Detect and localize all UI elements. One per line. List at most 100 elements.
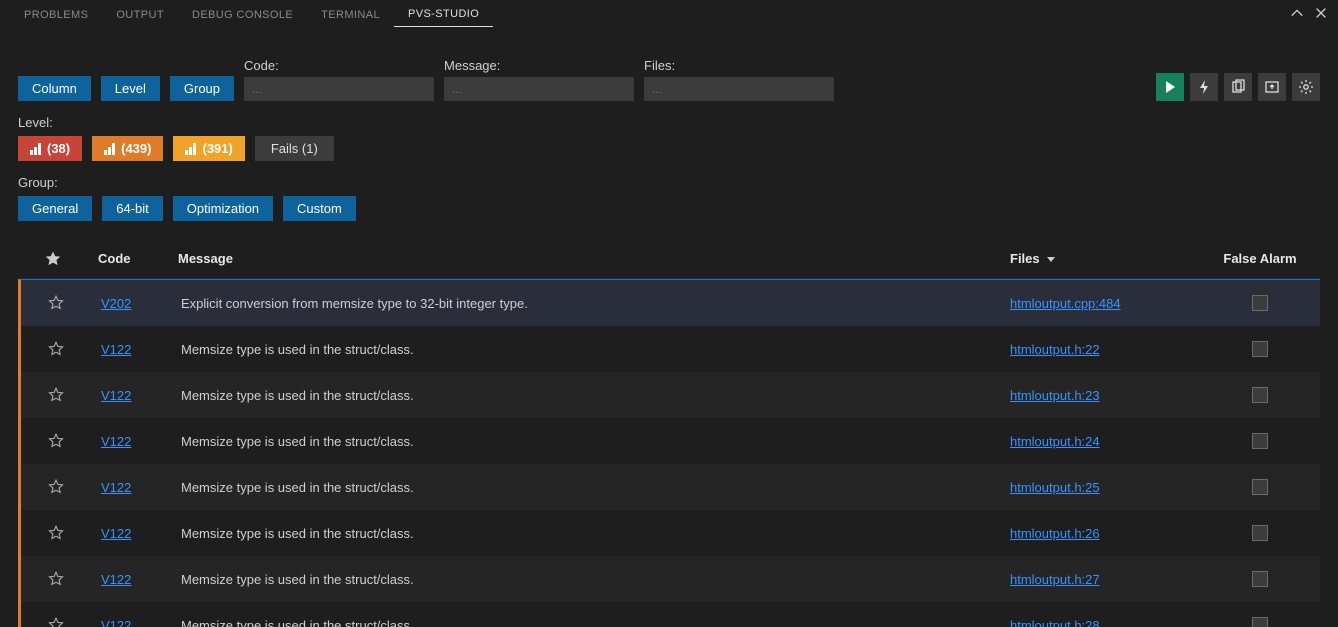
tab-terminal[interactable]: TERMINAL <box>307 3 394 27</box>
column-false-alarm[interactable]: False Alarm <box>1200 251 1320 266</box>
code-link[interactable]: V122 <box>101 572 131 587</box>
file-cell: htmloutput.h:26 <box>1000 526 1200 541</box>
file-cell: htmloutput.h:22 <box>1000 342 1200 357</box>
file-cell: htmloutput.h:27 <box>1000 572 1200 587</box>
group-button[interactable]: Group <box>170 76 234 101</box>
false-alarm-checkbox[interactable] <box>1252 433 1268 449</box>
code-link[interactable]: V122 <box>101 618 131 627</box>
table-row[interactable]: V122 Memsize type is used in the struct/… <box>21 326 1320 372</box>
star-outline-icon[interactable] <box>47 570 65 588</box>
column-code[interactable]: Code <box>88 251 168 266</box>
file-link[interactable]: htmloutput.cpp:484 <box>1010 296 1121 311</box>
group-section-label: Group: <box>18 175 1320 190</box>
star-outline-icon[interactable] <box>47 616 65 627</box>
table-row[interactable]: V202 Explicit conversion from memsize ty… <box>21 280 1320 326</box>
filter-message: Message: <box>444 58 634 101</box>
file-link[interactable]: htmloutput.h:24 <box>1010 434 1100 449</box>
group-optimization-button[interactable]: Optimization <box>173 196 273 221</box>
false-alarm-cell <box>1200 295 1320 311</box>
tab-problems[interactable]: PROBLEMS <box>10 3 102 27</box>
message-cell: Memsize type is used in the struct/class… <box>171 342 1000 357</box>
file-cell: htmloutput.cpp:484 <box>1000 296 1200 311</box>
column-files[interactable]: Files <box>1000 251 1200 266</box>
tab-debug-console[interactable]: DEBUG CONSOLE <box>178 3 307 27</box>
column-button[interactable]: Column <box>18 76 91 101</box>
column-star[interactable] <box>18 250 88 268</box>
filter-files-input[interactable] <box>644 77 834 101</box>
false-alarm-cell <box>1200 617 1320 627</box>
panel-close-icon[interactable] <box>1314 6 1328 23</box>
star-outline-icon[interactable] <box>47 478 65 496</box>
false-alarm-checkbox[interactable] <box>1252 387 1268 403</box>
star-icon <box>44 250 62 268</box>
file-link[interactable]: htmloutput.h:23 <box>1010 388 1100 403</box>
star-outline-icon[interactable] <box>47 294 65 312</box>
column-message[interactable]: Message <box>168 251 1000 266</box>
message-cell: Memsize type is used in the struct/class… <box>171 618 1000 627</box>
table-row[interactable]: V122 Memsize type is used in the struct/… <box>21 556 1320 602</box>
filter-code-input[interactable] <box>244 77 434 101</box>
code-cell: V122 <box>91 526 171 541</box>
file-link[interactable]: htmloutput.h:26 <box>1010 526 1100 541</box>
level-section-label: Level: <box>18 115 1320 130</box>
code-link[interactable]: V122 <box>101 342 131 357</box>
file-link[interactable]: htmloutput.h:27 <box>1010 572 1100 587</box>
table-row[interactable]: V122 Memsize type is used in the struct/… <box>21 602 1320 627</box>
message-cell: Memsize type is used in the struct/class… <box>171 572 1000 587</box>
file-cell: htmloutput.h:25 <box>1000 480 1200 495</box>
level-row: (38) (439) (391) Fails (1) <box>18 136 1320 161</box>
message-cell: Memsize type is used in the struct/class… <box>171 480 1000 495</box>
star-outline-icon[interactable] <box>47 340 65 358</box>
tab-output[interactable]: OUTPUT <box>102 3 178 27</box>
level-high-chip[interactable]: (38) <box>18 136 82 161</box>
lightning-icon-button[interactable] <box>1190 73 1218 101</box>
tab-pvs-studio[interactable]: PVS-STUDIO <box>394 2 493 27</box>
false-alarm-checkbox[interactable] <box>1252 525 1268 541</box>
panel-collapse-icon[interactable] <box>1290 6 1304 23</box>
file-link[interactable]: htmloutput.h:25 <box>1010 480 1100 495</box>
table-row[interactable]: V122 Memsize type is used in the struct/… <box>21 418 1320 464</box>
star-outline-icon[interactable] <box>47 386 65 404</box>
filter-files-label: Files: <box>644 58 834 73</box>
code-cell: V122 <box>91 342 171 357</box>
false-alarm-checkbox[interactable] <box>1252 341 1268 357</box>
run-analysis-button[interactable] <box>1156 73 1184 101</box>
false-alarm-checkbox[interactable] <box>1252 479 1268 495</box>
star-cell <box>21 478 91 496</box>
level-button[interactable]: Level <box>101 76 160 101</box>
results-rows[interactable]: V202 Explicit conversion from memsize ty… <box>18 279 1320 627</box>
code-link[interactable]: V122 <box>101 480 131 495</box>
level-low-count: (391) <box>202 141 232 156</box>
fails-chip[interactable]: Fails (1) <box>255 136 334 161</box>
code-link[interactable]: V122 <box>101 434 131 449</box>
message-cell: Memsize type is used in the struct/class… <box>171 434 1000 449</box>
group-custom-button[interactable]: Custom <box>283 196 356 221</box>
star-outline-icon[interactable] <box>47 432 65 450</box>
group-row: General 64-bit Optimization Custom <box>18 196 1320 221</box>
table-row[interactable]: V122 Memsize type is used in the struct/… <box>21 464 1320 510</box>
code-cell: V202 <box>91 296 171 311</box>
message-cell: Memsize type is used in the struct/class… <box>171 526 1000 541</box>
file-cell: htmloutput.h:23 <box>1000 388 1200 403</box>
star-outline-icon[interactable] <box>47 524 65 542</box>
table-row[interactable]: V122 Memsize type is used in the struct/… <box>21 510 1320 556</box>
file-link[interactable]: htmloutput.h:28 <box>1010 618 1100 627</box>
table-row[interactable]: V122 Memsize type is used in the struct/… <box>21 372 1320 418</box>
code-link[interactable]: V122 <box>101 526 131 541</box>
code-cell: V122 <box>91 572 171 587</box>
group-general-button[interactable]: General <box>18 196 92 221</box>
copy-icon-button[interactable] <box>1224 73 1252 101</box>
file-link[interactable]: htmloutput.h:22 <box>1010 342 1100 357</box>
false-alarm-checkbox[interactable] <box>1252 295 1268 311</box>
filter-files: Files: <box>644 58 834 101</box>
group-64bit-button[interactable]: 64-bit <box>102 196 163 221</box>
false-alarm-checkbox[interactable] <box>1252 617 1268 627</box>
open-folder-icon-button[interactable] <box>1258 73 1286 101</box>
level-low-chip[interactable]: (391) <box>173 136 244 161</box>
false-alarm-checkbox[interactable] <box>1252 571 1268 587</box>
level-medium-chip[interactable]: (439) <box>92 136 163 161</box>
code-link[interactable]: V202 <box>101 296 131 311</box>
code-link[interactable]: V122 <box>101 388 131 403</box>
filter-message-input[interactable] <box>444 77 634 101</box>
settings-icon-button[interactable] <box>1292 73 1320 101</box>
